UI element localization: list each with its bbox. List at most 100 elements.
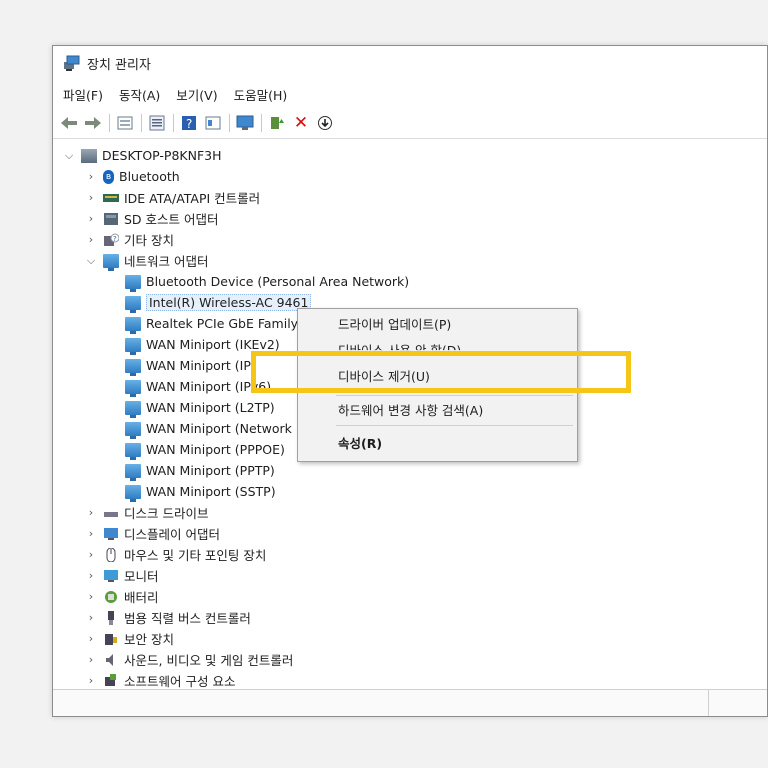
category-label: IDE ATA/ATAPI 컨트롤러 bbox=[124, 191, 261, 206]
category-label: 모니터 bbox=[124, 569, 159, 584]
category-label: 네트워크 어댑터 bbox=[124, 254, 209, 269]
monitor-icon bbox=[103, 569, 119, 583]
computer-icon bbox=[81, 148, 97, 163]
monitor-icon[interactable] bbox=[235, 113, 255, 133]
tree-device-wan-pptp[interactable]: WAN Miniport (PPTP) bbox=[125, 460, 275, 481]
tree-item-usb-controllers[interactable]: › 범용 직렬 버스 컨트롤러 bbox=[85, 607, 251, 628]
category-label: 소프트웨어 구성 요소 bbox=[124, 674, 236, 689]
tree-item-software-components[interactable]: › 소프트웨어 구성 요소 bbox=[85, 670, 235, 691]
tree-item-mice[interactable]: › 마우스 및 기타 포인팅 장치 bbox=[85, 544, 266, 565]
root-label: DESKTOP-P8KNF3H bbox=[102, 148, 222, 163]
update-driver-icon[interactable] bbox=[267, 113, 287, 133]
tree-item-sound-video[interactable]: › 사운드, 비디오 및 게임 컨트롤러 bbox=[85, 649, 294, 670]
tree-item-sd-host[interactable]: › SD 호스트 어댑터 bbox=[85, 208, 219, 229]
display-adapter-icon bbox=[103, 527, 119, 541]
tree-device-realtek[interactable]: Realtek PCIe GbE Family bbox=[125, 313, 298, 334]
download-icon[interactable] bbox=[315, 113, 335, 133]
device-label: WAN Miniport (L2TP) bbox=[146, 400, 275, 415]
chevron-right-icon[interactable]: › bbox=[85, 233, 97, 246]
chevron-down-icon[interactable]: ⌵ bbox=[63, 149, 75, 163]
category-label: 디스플레이 어댑터 bbox=[124, 527, 220, 542]
usb-icon bbox=[103, 610, 119, 625]
menu-view[interactable]: 보기(V) bbox=[176, 85, 217, 104]
security-device-icon bbox=[103, 632, 119, 646]
category-label: 사운드, 비디오 및 게임 컨트롤러 bbox=[124, 653, 294, 668]
category-label: 디스크 드라이브 bbox=[124, 506, 209, 521]
device-label: Bluetooth Device (Personal Area Network) bbox=[146, 274, 410, 289]
tree-device-bt-pan[interactable]: Bluetooth Device (Personal Area Network) bbox=[125, 271, 409, 292]
mouse-icon bbox=[103, 547, 119, 562]
category-label: Bluetooth bbox=[119, 169, 180, 184]
tree-item-security-devices[interactable]: › 보안 장치 bbox=[85, 628, 174, 649]
menu-help[interactable]: 도움말(H) bbox=[234, 85, 288, 104]
help-icon[interactable]: ? bbox=[179, 113, 199, 133]
device-manager-icon bbox=[63, 55, 81, 71]
properties-icon[interactable] bbox=[147, 113, 167, 133]
menu-file[interactable]: 파일(F) bbox=[63, 85, 103, 104]
title-bar: 장치 관리자 bbox=[53, 46, 767, 80]
menu-item-scan-hardware[interactable]: 하드웨어 변경 사항 검색(A) bbox=[338, 398, 483, 420]
network-adapter-icon bbox=[125, 442, 141, 460]
chevron-right-icon[interactable]: › bbox=[85, 632, 97, 645]
chevron-right-icon[interactable]: › bbox=[85, 548, 97, 561]
tree-item-monitors[interactable]: › 모니터 bbox=[85, 565, 159, 586]
status-bar bbox=[53, 689, 767, 716]
network-adapter-icon bbox=[125, 421, 141, 439]
network-adapter-icon bbox=[125, 295, 141, 313]
chevron-right-icon[interactable]: › bbox=[85, 674, 97, 687]
tree-item-bluetooth[interactable]: › ʙ Bluetooth bbox=[85, 166, 180, 187]
tree-device-intel-wireless[interactable]: Intel(R) Wireless-AC 9461 bbox=[125, 292, 312, 313]
network-adapter-icon bbox=[125, 484, 141, 502]
chevron-right-icon[interactable]: › bbox=[85, 191, 97, 204]
show-hidden-icon[interactable] bbox=[115, 113, 135, 133]
menu-bar: 파일(F) 동작(A) 보기(V) 도움말(H) bbox=[53, 82, 767, 106]
tree-item-display-adapters[interactable]: › 디스플레이 어댑터 bbox=[85, 523, 220, 544]
tree-device-wan-pppoe[interactable]: WAN Miniport (PPPOE) bbox=[125, 439, 285, 460]
device-label: WAN Miniport (PPTP) bbox=[146, 463, 275, 478]
network-adapter-icon bbox=[103, 253, 119, 271]
network-adapter-icon bbox=[125, 463, 141, 481]
network-adapter-icon bbox=[125, 379, 141, 397]
chevron-right-icon[interactable]: › bbox=[85, 212, 97, 225]
toolbar-separator bbox=[229, 114, 230, 132]
chevron-right-icon[interactable]: › bbox=[85, 590, 97, 603]
tree-device-wan-sstp[interactable]: WAN Miniport (SSTP) bbox=[125, 481, 276, 502]
forward-arrow-icon[interactable] bbox=[83, 113, 103, 133]
toolbar-separator bbox=[261, 114, 262, 132]
chevron-right-icon[interactable]: › bbox=[85, 611, 97, 624]
menu-item-properties[interactable]: 속성(R) bbox=[338, 431, 382, 453]
menu-action[interactable]: 동작(A) bbox=[119, 85, 160, 104]
sd-host-icon bbox=[103, 212, 119, 226]
chevron-down-icon[interactable]: ⌵ bbox=[85, 254, 97, 268]
tree-item-network-adapters[interactable]: ⌵ 네트워크 어댑터 bbox=[85, 250, 208, 271]
category-label: SD 호스트 어댑터 bbox=[124, 212, 219, 227]
tree-device-wan-ipv6[interactable]: WAN Miniport (IPv6) bbox=[125, 376, 271, 397]
tree-item-disk-drives[interactable]: › 디스크 드라이브 bbox=[85, 502, 209, 523]
back-arrow-icon[interactable] bbox=[59, 113, 79, 133]
chevron-right-icon[interactable]: › bbox=[85, 170, 97, 183]
bluetooth-icon: ʙ bbox=[103, 169, 114, 184]
chevron-right-icon[interactable]: › bbox=[85, 527, 97, 540]
tree-device-wan-ip[interactable]: WAN Miniport (IP) bbox=[125, 355, 256, 376]
category-label: 보안 장치 bbox=[124, 632, 174, 647]
tree-item-ide[interactable]: › IDE ATA/ATAPI 컨트롤러 bbox=[85, 187, 260, 208]
chevron-right-icon[interactable]: › bbox=[85, 653, 97, 666]
chevron-right-icon[interactable]: › bbox=[85, 569, 97, 582]
uninstall-icon[interactable]: ✕ bbox=[291, 113, 311, 133]
category-label: 기타 장치 bbox=[124, 233, 174, 248]
tree-device-wan-l2tp[interactable]: WAN Miniport (L2TP) bbox=[125, 397, 275, 418]
menu-item-update-driver[interactable]: 드라이버 업데이트(P) bbox=[338, 312, 451, 334]
tree-item-batteries[interactable]: › 배터리 bbox=[85, 586, 159, 607]
menu-separator bbox=[336, 395, 573, 396]
window-title: 장치 관리자 bbox=[87, 57, 151, 73]
device-label: Intel(R) Wireless-AC 9461 bbox=[146, 294, 312, 311]
ide-controller-icon bbox=[103, 191, 119, 205]
view-icon[interactable] bbox=[203, 113, 223, 133]
tree-root[interactable]: ⌵ DESKTOP-P8KNF3H bbox=[63, 145, 222, 166]
tree-item-other-devices[interactable]: › ? 기타 장치 bbox=[85, 229, 174, 250]
menu-separator bbox=[336, 425, 573, 426]
chevron-right-icon[interactable]: › bbox=[85, 506, 97, 519]
svg-text:?: ? bbox=[113, 235, 117, 243]
network-adapter-icon bbox=[125, 400, 141, 418]
network-adapter-icon bbox=[125, 337, 141, 355]
